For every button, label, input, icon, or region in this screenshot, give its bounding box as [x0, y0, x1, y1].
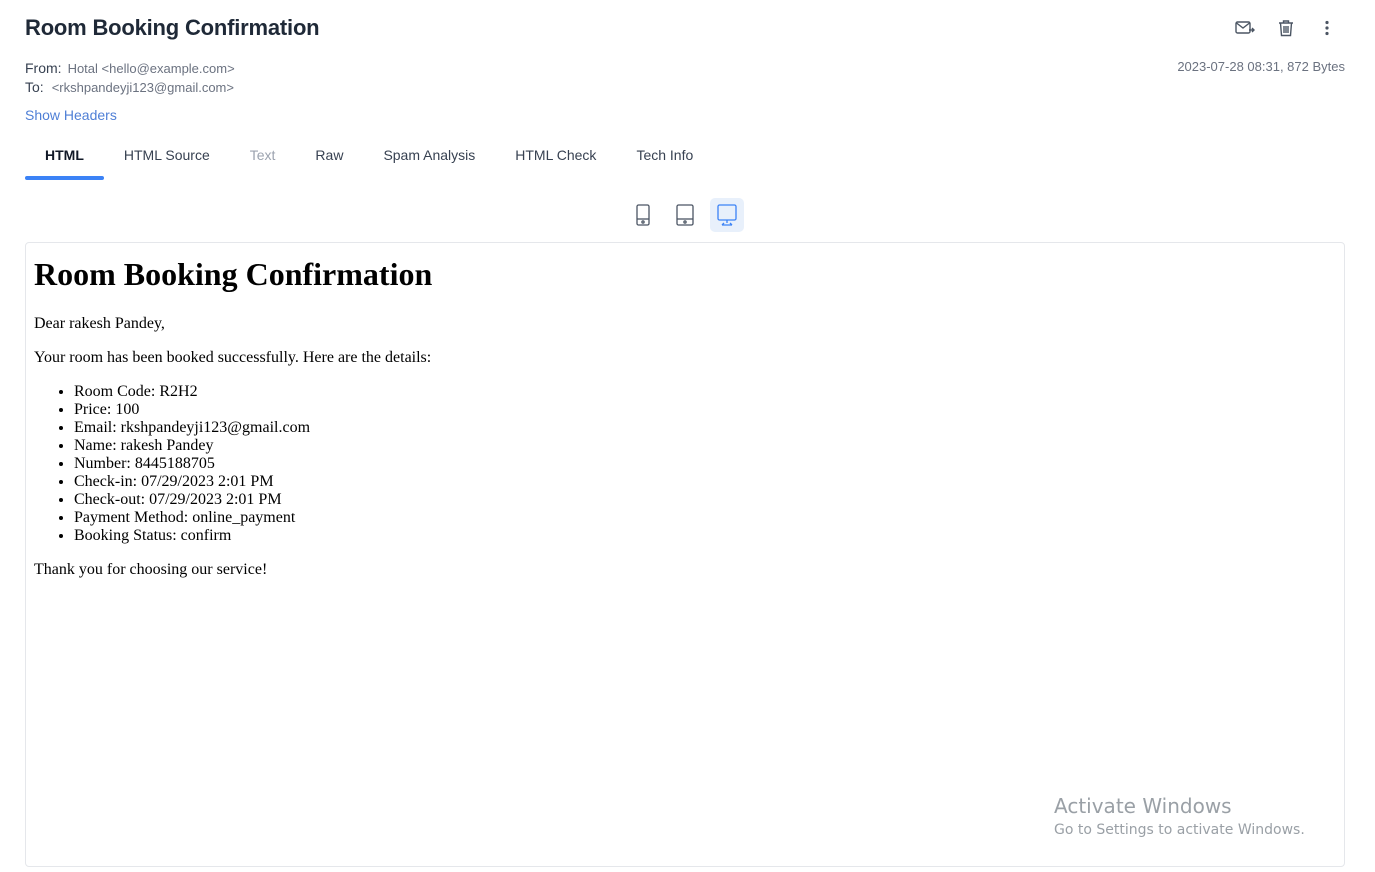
email-intro: Your room has been booked successfully. …	[34, 349, 432, 366]
email-preview-frame: Room Booking Confirmation Dear rakesh Pa…	[25, 242, 1345, 867]
date-size: 2023-07-28 08:31, 872 Bytes	[1177, 59, 1345, 74]
tab-html-check[interactable]: HTML Check	[495, 138, 616, 180]
to-value: <rkshpandeyji123@gmail.com>	[51, 80, 234, 95]
list-item: Name: rakesh Pandey	[74, 437, 1336, 455]
from-label: From:	[25, 60, 62, 76]
mobile-icon	[636, 204, 650, 226]
trash-icon[interactable]	[1275, 16, 1296, 40]
email-actions	[1234, 16, 1337, 40]
email-greeting: Dear rakesh Pandey,	[34, 315, 165, 332]
tablet-view-button[interactable]	[668, 198, 702, 232]
email-meta: From: Hotal <hello@example.com> To: <rks…	[25, 59, 235, 97]
forward-mail-icon[interactable]	[1234, 16, 1255, 40]
activate-windows-watermark: Activate Windows Go to Settings to activ…	[1054, 794, 1305, 840]
tab-text[interactable]: Text	[230, 138, 296, 180]
show-headers-link[interactable]: Show Headers	[25, 107, 117, 123]
from-row: From: Hotal <hello@example.com>	[25, 59, 235, 78]
desktop-view-button[interactable]	[710, 198, 744, 232]
booking-details-list: Room Code: R2H2 Price: 100 Email: rkshpa…	[74, 383, 1336, 545]
tab-html[interactable]: HTML	[25, 138, 104, 180]
more-vertical-icon[interactable]	[1316, 16, 1337, 40]
tablet-icon	[676, 204, 694, 226]
tab-html-source[interactable]: HTML Source	[104, 138, 230, 180]
list-item: Payment Method: online_payment	[74, 509, 1336, 527]
tab-spam-analysis[interactable]: Spam Analysis	[363, 138, 495, 180]
list-item: Booking Status: confirm	[74, 527, 1336, 545]
tab-tech-info[interactable]: Tech Info	[616, 138, 713, 180]
to-label: To:	[25, 79, 44, 95]
email-subject: Room Booking Confirmation	[25, 15, 320, 40]
watermark-title: Activate Windows	[1054, 794, 1232, 818]
tab-raw[interactable]: Raw	[295, 138, 363, 180]
desktop-icon	[717, 204, 737, 226]
mobile-view-button[interactable]	[626, 198, 660, 232]
list-item: Number: 8445188705	[74, 455, 1336, 473]
list-item: Check-in: 07/29/2023 2:01 PM	[74, 473, 1336, 491]
to-row: To: <rkshpandeyji123@gmail.com>	[25, 78, 235, 97]
list-item: Room Code: R2H2	[74, 383, 1336, 401]
view-tabs: HTML HTML Source Text Raw Spam Analysis …	[25, 138, 713, 180]
watermark-subtitle: Go to Settings to activate Windows.	[1054, 822, 1305, 838]
from-value: Hotal <hello@example.com>	[67, 61, 235, 76]
list-item: Price: 100	[74, 401, 1336, 419]
email-title: Room Booking Confirmation	[34, 256, 433, 292]
email-closing: Thank you for choosing our service!	[34, 561, 268, 578]
list-item: Email: rkshpandeyji123@gmail.com	[74, 419, 1336, 437]
device-switcher	[626, 198, 744, 232]
email-body: Room Booking Confirmation Dear rakesh Pa…	[26, 243, 1344, 603]
list-item: Check-out: 07/29/2023 2:01 PM	[74, 491, 1336, 509]
